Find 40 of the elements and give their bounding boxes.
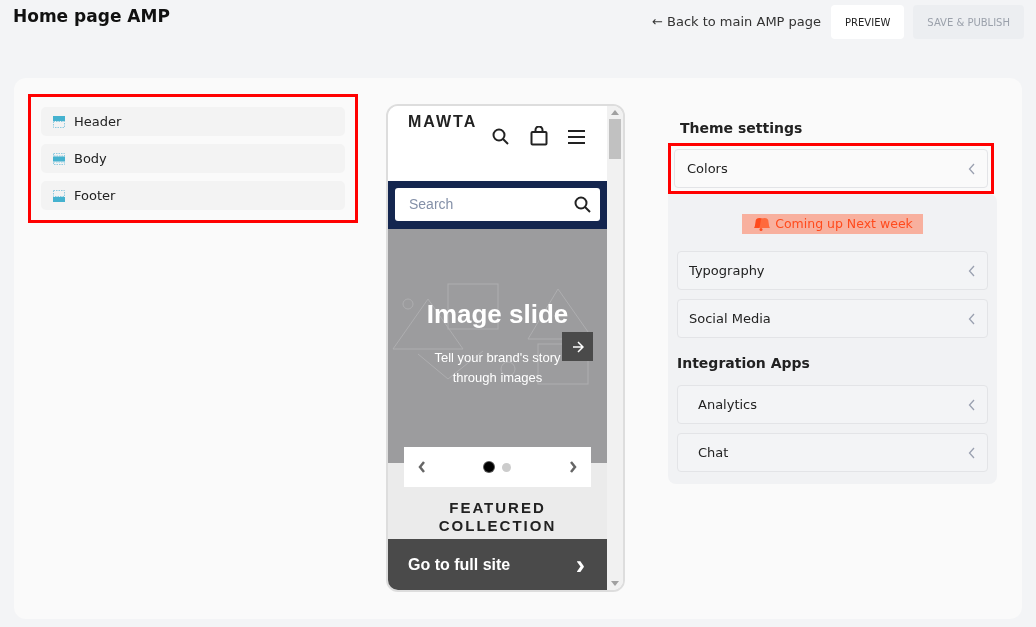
section-title: Integration Apps: [677, 354, 811, 373]
chevron-left-icon[interactable]: [418, 461, 426, 474]
page-title: Home page AMP: [13, 5, 170, 28]
shopping-bag-icon[interactable]: [530, 126, 548, 146]
chevron-left-icon: [968, 312, 975, 325]
settings-item[interactable]: Colors: [674, 149, 988, 188]
bell-icon: [752, 217, 771, 231]
section-title: Theme settings: [680, 119, 804, 138]
settings-item[interactable]: Analytics: [677, 385, 988, 424]
search-icon[interactable]: [574, 195, 592, 214]
next-slide-button[interactable]: [562, 332, 593, 362]
settings-item[interactable]: Typography: [677, 251, 988, 290]
footer-layout-icon: [52, 188, 66, 203]
full-site-button[interactable]: Go to full site ›: [388, 539, 607, 590]
search-field[interactable]: Search: [395, 188, 600, 222]
settings-item[interactable]: Chat: [677, 433, 988, 472]
chevron-left-icon: [968, 162, 975, 175]
section-heading: FEATURED COLLECTION: [437, 498, 558, 536]
section-item[interactable]: Body: [41, 144, 345, 173]
slide-caption: Tell your brand's story through images: [433, 349, 562, 388]
header-layout-icon: [52, 114, 66, 129]
chevron-left-icon: [968, 398, 975, 411]
body-layout-icon: [52, 151, 66, 166]
menu-icon[interactable]: [568, 130, 585, 144]
search-input: Search: [409, 194, 549, 216]
scroll-thumb[interactable]: [609, 119, 621, 159]
search-icon[interactable]: [492, 128, 510, 146]
chevron-right-icon[interactable]: [569, 461, 577, 474]
notice-text: Coming up Next week: [775, 214, 913, 233]
arrow-right-icon: [571, 340, 584, 353]
preview-button[interactable]: PREVIEW: [831, 5, 905, 39]
chevron-left-icon: [968, 446, 975, 459]
store-logo: MAWTA: [408, 112, 478, 132]
section-item[interactable]: Footer: [41, 181, 345, 210]
back-link[interactable]: ← Back to main AMP page: [651, 12, 822, 32]
settings-item[interactable]: Social Media: [677, 299, 988, 338]
chevron-left-icon: [968, 264, 975, 277]
slide-title: Image slide: [425, 299, 570, 330]
section-item[interactable]: Header: [41, 107, 345, 136]
chevron-glyph: ›: [575, 550, 585, 579]
